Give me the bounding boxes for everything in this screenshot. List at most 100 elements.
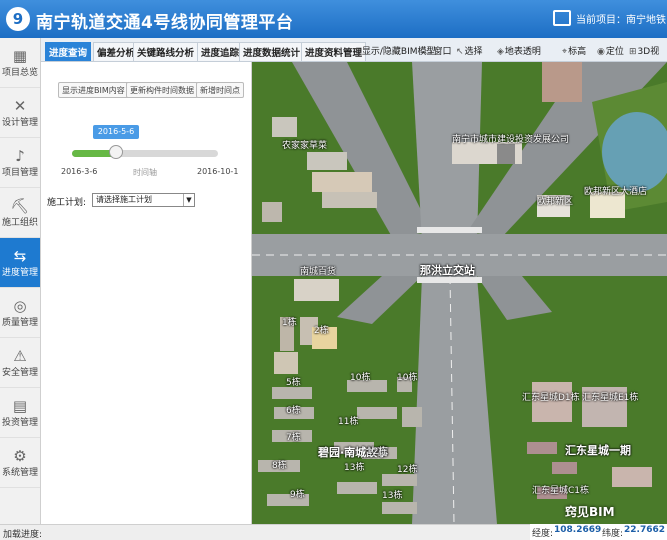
toolbar-tool-icon: ⊞ <box>629 47 637 57</box>
sidebar-item-label: 项目总览 <box>1 68 38 78</box>
toolbar-tool-1[interactable]: ▭窗口 <box>424 44 452 57</box>
map-view[interactable]: 农家家草菜 南宁市城市建设投资发展公司 欧邦新区 欧邦新区大酒店 南城百货 那洪立交站 碧园… <box>252 62 667 524</box>
map-label: 2栋 <box>314 326 329 336</box>
sidebar-item-4[interactable]: ⇆ 进度管理 <box>0 238 40 288</box>
toolbar-tool-label: 3D视 <box>637 47 660 57</box>
sidebar-item-label: 施工组织 <box>1 218 38 228</box>
sidebar-item-icon: ▦ <box>12 47 28 65</box>
toolbar-tool-4[interactable]: ⌖标高 <box>562 44 586 57</box>
sidebar-item-icon: ⛏ <box>10 197 30 215</box>
sidebar-item-icon: ♪ <box>15 147 25 165</box>
toolbar-tool-icon: ▭ <box>424 47 433 57</box>
map-label: 欧邦新区 <box>537 197 574 207</box>
slider-date-tooltip: 2016-5-6 <box>93 125 139 139</box>
map-label: 6栋 <box>286 406 301 416</box>
toolbar-tool-label: 定位 <box>605 47 624 57</box>
chevron-down-icon: ▼ <box>183 194 194 206</box>
map-label: 13栋 <box>344 463 365 473</box>
longitude-value: 108.2669 <box>554 525 602 535</box>
plan-select-value: 请选择施工计划 <box>96 195 152 204</box>
load-progress-label: 加载进度: <box>3 530 43 540</box>
map-label: 汇东星城D1栋 <box>522 393 580 403</box>
map-label: 10栋 <box>350 373 371 383</box>
sidebar-item-5[interactable]: ◎ 质量管理 <box>0 288 40 338</box>
app-window: 9 南宁轨道交通4号线协同管理平台 当前项目：南宁地铁 ▦ 项目总览 ✕ 设计管理 ♪ 项… <box>0 0 667 540</box>
toolbar-tool-icon: ◈ <box>497 47 504 57</box>
sidebar-item-icon: ⚠ <box>13 347 27 365</box>
app-title: 南宁轨道交通4号线协同管理平台 <box>36 13 294 33</box>
sidebar-item-label: 质量管理 <box>1 318 38 328</box>
sidebar-item-label: 系统管理 <box>1 468 38 478</box>
sidebar-item-1[interactable]: ✕ 设计管理 <box>0 88 40 138</box>
header-bar: 9 南宁轨道交通4号线协同管理平台 当前项目：南宁地铁 <box>0 0 667 38</box>
timeline-slider-thumb[interactable] <box>108 145 123 159</box>
toolbar-tool-label: 窗口 <box>433 47 452 57</box>
project-icon <box>553 10 571 26</box>
watermark: 窍见BIM <box>565 505 615 519</box>
toolbar-tool-icon: ◎ <box>353 47 361 57</box>
toolbar-tool-label: 选择 <box>464 47 483 57</box>
sidebar-item-label: 设计管理 <box>1 118 38 128</box>
current-project-label[interactable]: 当前项目：南宁地铁 <box>576 11 666 26</box>
tab-bar: 进度查询 偏差分析 关键路线分析 进度追踪 进度数据统计 进度资料管理 ◎显示/隐藏BIM模… <box>41 38 667 62</box>
map-label: 12栋 <box>367 447 388 457</box>
map-label: 欧邦新区大酒店 <box>584 187 648 197</box>
map-label: 11栋 <box>338 417 359 427</box>
toolbar-tool-5[interactable]: ◉定位 <box>597 44 624 57</box>
sidebar-item-icon: ◎ <box>13 297 27 315</box>
longitude-label: 经度: <box>532 529 554 539</box>
plan-select[interactable]: 请选择施工计划 ▼ <box>92 193 195 207</box>
toolbar-tool-2[interactable]: ↖选择 <box>456 44 483 57</box>
sidebar-item-label: 投资管理 <box>1 418 38 428</box>
add-time-point-button[interactable]: 新增时间点 <box>196 82 244 98</box>
plan-label: 施工计划: <box>47 198 87 208</box>
tab-3[interactable]: 进度追踪 <box>197 42 244 61</box>
map-label: 13栋 <box>382 491 403 501</box>
latitude-label: 纬度: <box>602 529 624 539</box>
map-label: 那洪立交站 <box>420 264 475 277</box>
toolbar-tool-label: 地表透明 <box>504 47 541 57</box>
app-logo-icon: 9 <box>6 7 30 31</box>
map-label: 8栋 <box>272 461 287 471</box>
map-label: 1栋 <box>282 318 297 328</box>
map-label: 10栋 <box>397 373 418 383</box>
map-label: 农家家草菜 <box>282 141 328 151</box>
toolbar-tool-icon: ↖ <box>456 47 464 57</box>
sidebar-item-8[interactable]: ⚙ 系统管理 <box>0 438 40 488</box>
slider-start-label: 2016-3-6 <box>61 167 98 176</box>
sidebar-item-icon: ⚙ <box>13 447 27 465</box>
show-progress-bim-button[interactable]: 显示进度BIM内容 <box>58 82 129 98</box>
tab-4[interactable]: 进度数据统计 <box>239 42 305 61</box>
progress-query-panel: 显示进度BIM内容 更新构件时间数据 新增时间点 2016-5-6 2016-3… <box>41 62 252 524</box>
sidebar-item-label: 安全管理 <box>1 368 38 378</box>
map-label: 9栋 <box>290 490 305 500</box>
map-label: 12栋 <box>397 465 418 475</box>
map-label: 汇东星城一期 <box>565 444 631 457</box>
map-label: 7栋 <box>286 433 301 443</box>
map-label: 汇东星城C1栋 <box>532 486 590 496</box>
sidebar-item-7[interactable]: ▤ 投资管理 <box>0 388 40 438</box>
map-label: 5栋 <box>286 378 301 388</box>
sidebar-item-2[interactable]: ♪ 项目管理 <box>0 138 40 188</box>
sidebar-item-icon: ▤ <box>12 397 28 415</box>
toolbar-tool-icon: ◉ <box>597 47 605 57</box>
sidebar-item-label: 项目管理 <box>1 168 38 178</box>
toolbar-tool-icon: ⌖ <box>562 47 568 57</box>
coordinate-status: 经度: 108.2669 纬度: 22.7662 <box>530 524 667 540</box>
tab-0[interactable]: 进度查询 <box>45 42 92 61</box>
sidebar-item-3[interactable]: ⛏ 施工组织 <box>0 188 40 238</box>
sidebar-item-6[interactable]: ⚠ 安全管理 <box>0 338 40 388</box>
map-label: 汇东星城E1栋 <box>582 393 639 403</box>
sidebar-item-icon: ⇆ <box>13 247 27 265</box>
sidebar: ▦ 项目总览 ✕ 设计管理 ♪ 项目管理 ⛏ 施工组织 ⇆ 进度管理 ◎ 质量管理 ⚠ 安全管理 ▤ 投资管理… <box>0 38 41 524</box>
sidebar-item-icon: ✕ <box>13 97 27 115</box>
sidebar-item-0[interactable]: ▦ 项目总览 <box>0 38 40 88</box>
slider-axis-label: 时间轴 <box>133 168 157 177</box>
update-component-time-button[interactable]: 更新构件时间数据 <box>126 82 198 98</box>
toolbar-tool-3[interactable]: ◈地表透明 <box>497 44 541 57</box>
sidebar-item-label: 进度管理 <box>1 268 38 278</box>
tab-2[interactable]: 关键路线分析 <box>133 42 199 61</box>
map-label: 南宁市城市建设投资发展公司 <box>452 135 570 145</box>
toolbar-tool-6[interactable]: ⊞3D视 <box>629 44 659 57</box>
timeline-slider[interactable] <box>72 145 218 159</box>
